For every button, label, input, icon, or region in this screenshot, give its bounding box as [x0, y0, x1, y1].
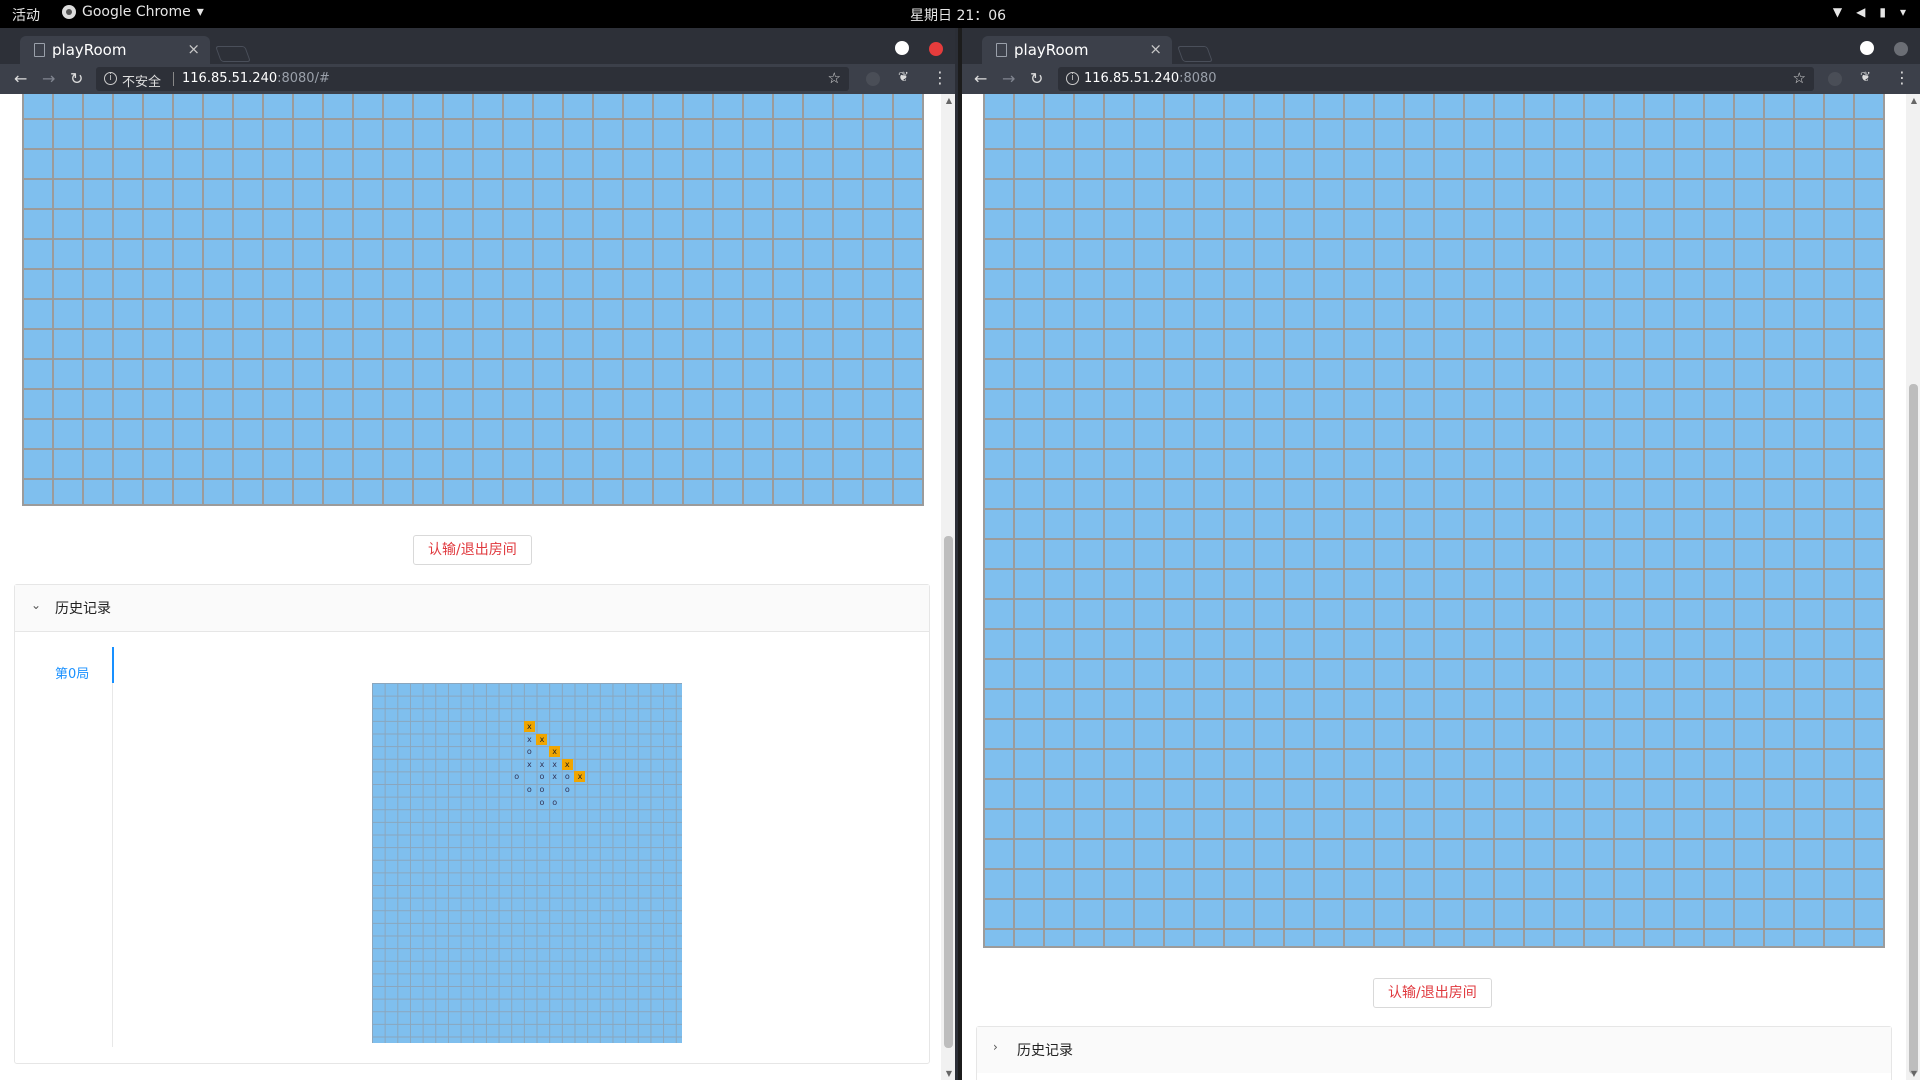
tabs-divider [112, 647, 113, 1047]
scroll-down-arrow[interactable]: ▼ [946, 1069, 952, 1078]
tab-playroom[interactable]: playRoom × [982, 36, 1172, 64]
page-viewport: 认输/退出房间 › 历史记录 ▲ ▼ [962, 94, 1920, 1080]
tab-close-icon[interactable]: × [1149, 40, 1162, 58]
battery-icon: ▮ [1879, 5, 1886, 19]
system-top-bar: 活动 Google Chrome ▾ 星期日 21：06 ▼ ◀ ▮ ▾ [0, 0, 1920, 28]
forward-icon[interactable]: → [1002, 69, 1015, 88]
board-mark: o [526, 785, 532, 795]
window-close-button[interactable] [929, 42, 943, 56]
browser-toolbar: ← → ↻ i 116.85.51.240:8080 ☆ ❦ ⋮ [962, 64, 1920, 94]
board-mark: x [549, 746, 561, 758]
tab-title: playRoom [1014, 41, 1089, 59]
back-icon[interactable]: ← [974, 69, 987, 88]
board-mark: o [526, 747, 532, 757]
game-board[interactable] [22, 94, 924, 506]
reload-icon[interactable]: ↻ [70, 69, 83, 88]
extension-icon[interactable] [866, 72, 880, 86]
board-mark: o [514, 772, 520, 782]
page-viewport: 认输/退出房间 ⌄ 历史记录 第0局 xxxoxxxxxooxoxooooo ▲… [0, 94, 955, 1080]
active-tab-indicator [112, 647, 114, 683]
reload-icon[interactable]: ↻ [1030, 69, 1043, 88]
system-tray[interactable]: ▼ ◀ ▮ ▾ [1833, 5, 1906, 19]
board-mark: x [552, 772, 557, 782]
app-menu[interactable]: Google Chrome ▾ [62, 4, 204, 20]
tab-playroom[interactable]: playRoom × [20, 36, 210, 64]
board-mark: x [539, 759, 545, 769]
scrollbar-thumb[interactable] [1909, 384, 1918, 1074]
history-panel: › 历史记录 [976, 1026, 1892, 1080]
menu-icon[interactable]: ⋮ [1894, 68, 1910, 87]
scrollbar[interactable]: ▲ ▼ [1906, 94, 1920, 1080]
surrender-button[interactable]: 认输/退出房间 [413, 535, 532, 565]
document-icon [34, 43, 45, 57]
board-mark: x [526, 759, 532, 769]
security-label[interactable]: 不安全 [122, 71, 161, 90]
tab-title: playRoom [52, 41, 127, 59]
board-mark: x [561, 758, 573, 770]
game-board[interactable] [983, 94, 1885, 948]
chrome-icon [62, 5, 76, 19]
clock[interactable]: 星期日 21：06 [910, 5, 1006, 25]
bookmark-star-icon[interactable]: ☆ [1793, 69, 1806, 87]
extension-icon[interactable] [1828, 72, 1842, 86]
history-panel: ⌄ 历史记录 第0局 xxxoxxxxxooxoxooooo [14, 584, 930, 1064]
profile-icon[interactable] [895, 41, 909, 55]
board-mark: o [539, 785, 545, 795]
board-mark: o [564, 772, 570, 782]
info-icon[interactable]: i [1066, 72, 1079, 85]
board-mark: x [574, 771, 586, 783]
title-bar: playRoom × [962, 28, 1920, 64]
profile-icon[interactable] [1860, 41, 1874, 55]
new-tab-button[interactable] [1177, 46, 1213, 62]
chevron-right-icon: › [993, 1040, 998, 1054]
scrollbar[interactable]: ▲ ▼ [941, 94, 955, 1080]
address-bar[interactable]: i 116.85.51.240:8080 ☆ [1058, 67, 1814, 91]
separator [173, 72, 174, 86]
history-board: xxxoxxxxxooxoxooooo [372, 683, 682, 1043]
menu-icon[interactable]: ⋮ [932, 68, 948, 87]
caret-down-icon: ▾ [1899, 5, 1906, 19]
scroll-up-arrow[interactable]: ▲ [1911, 96, 1917, 105]
url-text: 116.85.51.240:8080/# [182, 71, 330, 86]
scrollbar-thumb[interactable] [944, 536, 953, 1048]
board-mark: x [536, 733, 548, 745]
caret-down-icon: ▾ [196, 4, 204, 20]
extension-icon-2[interactable]: ❦ [898, 70, 909, 85]
address-bar[interactable]: i 不安全 116.85.51.240:8080/# ☆ [96, 67, 849, 91]
browser-window-left: playRoom × ← → ↻ i 不安全 116.85.51.240:808… [0, 28, 958, 1080]
board-mark: x [552, 759, 557, 769]
window-close-button[interactable] [1894, 42, 1908, 56]
back-icon[interactable]: ← [14, 69, 27, 88]
browser-window-right: playRoom × ← → ↻ i 116.85.51.240:8080 ☆ … [962, 28, 1920, 1080]
tab-game-0[interactable]: 第0局 [55, 663, 89, 682]
board-mark: x [526, 734, 532, 744]
surrender-button[interactable]: 认输/退出房间 [1373, 978, 1492, 1008]
activities-button[interactable]: 活动 [12, 5, 40, 25]
tab-close-icon[interactable]: × [187, 40, 200, 58]
board-mark: o [552, 797, 558, 807]
history-header[interactable]: › 历史记录 [977, 1027, 1891, 1073]
volume-icon: ◀ [1856, 5, 1866, 19]
board-mark: o [564, 785, 570, 795]
board-mark: x [523, 720, 535, 732]
history-header[interactable]: ⌄ 历史记录 [15, 585, 929, 632]
url-text: 116.85.51.240:8080 [1084, 71, 1217, 86]
bookmark-star-icon[interactable]: ☆ [828, 69, 841, 87]
history-label: 历史记录 [55, 601, 111, 617]
scroll-up-arrow[interactable]: ▲ [946, 96, 952, 105]
chevron-down-icon: ⌄ [31, 598, 42, 612]
wifi-icon: ▼ [1832, 5, 1843, 19]
scroll-down-arrow[interactable]: ▼ [1911, 1069, 1917, 1078]
app-name: Google Chrome [82, 4, 191, 20]
board-mark: o [539, 772, 545, 782]
info-icon[interactable]: i [104, 72, 117, 85]
new-tab-button[interactable] [215, 46, 251, 62]
board-mark: o [539, 797, 545, 807]
history-label: 历史记录 [1017, 1043, 1073, 1059]
browser-toolbar: ← → ↻ i 不安全 116.85.51.240:8080/# ☆ ❦ ⋮ [0, 64, 955, 94]
title-bar: playRoom × [0, 28, 955, 64]
extension-icon-2[interactable]: ❦ [1860, 70, 1871, 85]
forward-icon[interactable]: → [42, 69, 55, 88]
document-icon [996, 43, 1007, 57]
